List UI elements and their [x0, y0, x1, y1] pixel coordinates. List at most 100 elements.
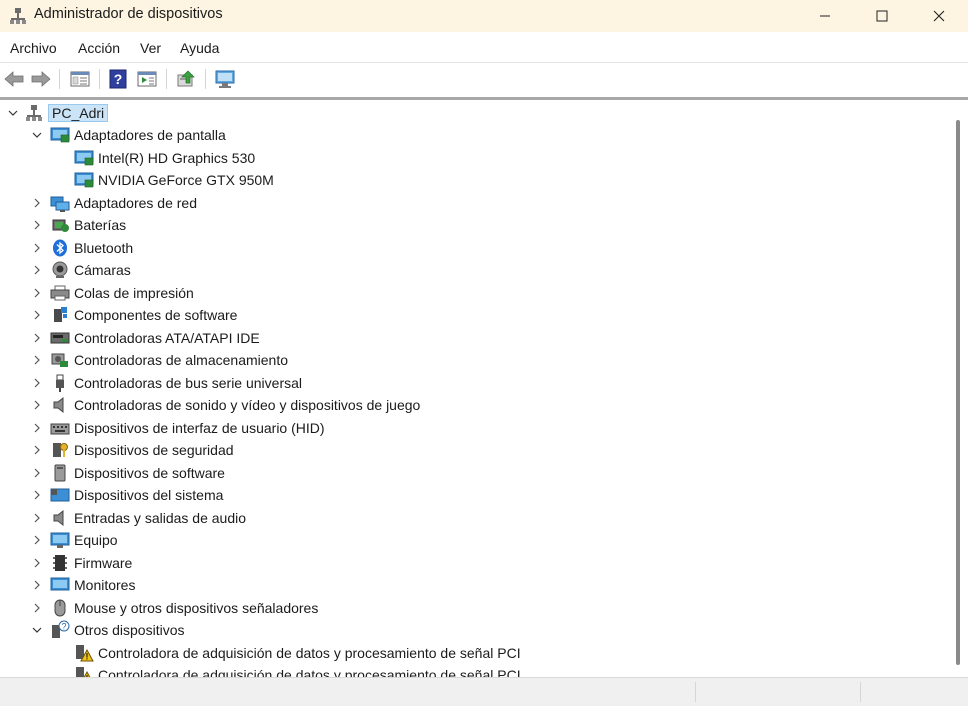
menu-ayuda[interactable]: Ayuda: [180, 40, 219, 56]
menu-accion[interactable]: Acción: [78, 40, 120, 56]
properties-button[interactable]: [68, 67, 92, 91]
camera-icon: [50, 260, 70, 280]
chevron-right-icon[interactable]: [30, 578, 44, 592]
tree-category[interactable]: Dispositivos de seguridad: [30, 439, 234, 461]
tree-root-label: PC_Adri: [48, 104, 109, 122]
tree-category[interactable]: Controladoras ATA/ATAPI IDE: [30, 327, 260, 349]
speaker-icon: [50, 395, 70, 415]
ide-controller-icon: [50, 328, 70, 348]
tree-category[interactable]: Adaptadores de pantalla: [30, 124, 226, 146]
scrollbar-thumb[interactable]: [956, 120, 960, 665]
tree-category[interactable]: Colas de impresión: [30, 282, 194, 304]
security-key-icon: [50, 440, 70, 460]
device-label: Intel(R) HD Graphics 530: [98, 150, 256, 166]
battery-icon: [50, 215, 70, 235]
chevron-right-icon[interactable]: [30, 443, 44, 457]
category-label: Entradas y salidas de audio: [74, 510, 246, 526]
close-button[interactable]: [910, 0, 968, 32]
category-label: Adaptadores de pantalla: [74, 127, 226, 143]
category-label: Equipo: [74, 532, 118, 548]
category-label: Dispositivos de interfaz de usuario (HID…: [74, 420, 325, 436]
category-label: Adaptadores de red: [74, 195, 197, 211]
category-label: Controladoras ATA/ATAPI IDE: [74, 330, 260, 346]
chevron-right-icon[interactable]: [30, 488, 44, 502]
chevron-right-icon[interactable]: [30, 533, 44, 547]
category-label: Mouse y otros dispositivos señaladores: [74, 600, 319, 616]
back-button[interactable]: [2, 67, 26, 91]
device-label: Controladora de adquisición de datos y p…: [98, 645, 521, 661]
chevron-down-icon[interactable]: [6, 106, 20, 120]
device-item[interactable]: Intel(R) HD Graphics 530: [54, 147, 255, 169]
category-label: Dispositivos del sistema: [74, 487, 224, 503]
close-icon: [933, 10, 945, 22]
tree-category[interactable]: Adaptadores de red: [30, 192, 197, 214]
tree-category[interactable]: Entradas y salidas de audio: [30, 507, 246, 529]
tree-category[interactable]: Controladoras de sonido y vídeo y dispos…: [30, 394, 420, 416]
category-label: Componentes de software: [74, 307, 238, 323]
menu-ver[interactable]: Ver: [140, 40, 161, 56]
chevron-down-icon[interactable]: [30, 128, 44, 142]
computer-icon: [50, 530, 70, 550]
chevron-right-icon[interactable]: [30, 421, 44, 435]
tree-category[interactable]: Dispositivos de software: [30, 462, 225, 484]
svg-text:?: ?: [114, 71, 123, 87]
minimize-icon: [820, 15, 830, 17]
software-device-icon: [50, 463, 70, 483]
toolbar-separator: [59, 69, 60, 89]
update-driver-button[interactable]: [174, 67, 198, 91]
tree-category[interactable]: Componentes de software: [30, 304, 237, 326]
forward-button[interactable]: [29, 67, 53, 91]
computer-node-icon: [24, 103, 44, 123]
status-bar: [0, 677, 968, 706]
tree-category[interactable]: Dispositivos del sistema: [30, 484, 223, 506]
tree-root[interactable]: PC_Adri: [6, 102, 109, 124]
chevron-right-icon[interactable]: [30, 511, 44, 525]
tree-category[interactable]: Dispositivos de interfaz de usuario (HID…: [30, 417, 325, 439]
status-divider: [860, 682, 861, 702]
audio-io-icon: [50, 508, 70, 528]
chevron-right-icon[interactable]: [30, 466, 44, 480]
category-label: Colas de impresión: [74, 285, 194, 301]
scan-hardware-icon: [215, 70, 235, 88]
chevron-right-icon[interactable]: [30, 601, 44, 615]
display-adapter-icon: [74, 148, 94, 168]
device-item[interactable]: Controladora de adquisición de datos y p…: [54, 664, 521, 677]
back-arrow-icon: [4, 71, 24, 87]
chevron-right-icon[interactable]: [30, 241, 44, 255]
tree-category[interactable]: Controladoras de almacenamiento: [30, 349, 288, 371]
tree-category[interactable]: Cámaras: [30, 259, 131, 281]
tree-category[interactable]: Firmware: [30, 552, 132, 574]
device-item[interactable]: Controladora de adquisición de datos y p…: [54, 642, 521, 664]
chevron-right-icon[interactable]: [30, 286, 44, 300]
chevron-right-icon[interactable]: [30, 353, 44, 367]
vertical-scrollbar[interactable]: [948, 100, 968, 677]
chevron-right-icon[interactable]: [30, 218, 44, 232]
toolbar-separator: [205, 69, 206, 89]
view-button[interactable]: [135, 67, 159, 91]
maximize-button[interactable]: [853, 0, 911, 32]
tree-category[interactable]: Baterías: [30, 214, 126, 236]
monitor-icon: [50, 575, 70, 595]
help-button[interactable]: ?: [106, 67, 130, 91]
device-item[interactable]: NVIDIA GeForce GTX 950M: [54, 169, 274, 191]
warning-device-icon: [74, 643, 94, 663]
tree-category[interactable]: Mouse y otros dispositivos señaladores: [30, 597, 318, 619]
tree-category[interactable]: Equipo: [30, 529, 118, 551]
category-label: Cámaras: [74, 262, 131, 278]
chevron-right-icon[interactable]: [30, 556, 44, 570]
chevron-right-icon[interactable]: [30, 331, 44, 345]
tree-category[interactable]: Monitores: [30, 574, 135, 596]
chevron-down-icon[interactable]: [30, 623, 44, 637]
chevron-right-icon[interactable]: [30, 196, 44, 210]
minimize-button[interactable]: [796, 0, 854, 32]
menu-archivo[interactable]: Archivo: [10, 40, 57, 56]
chevron-right-icon[interactable]: [30, 308, 44, 322]
tree-category[interactable]: ? Otros dispositivos: [30, 619, 184, 641]
chevron-right-icon[interactable]: [30, 398, 44, 412]
tree-category[interactable]: Controladoras de bus serie universal: [30, 372, 302, 394]
tree-category[interactable]: Bluetooth: [30, 237, 133, 259]
scan-hardware-button[interactable]: [213, 67, 237, 91]
chevron-right-icon[interactable]: [30, 263, 44, 277]
window-title: Administrador de dispositivos: [34, 6, 223, 22]
chevron-right-icon[interactable]: [30, 376, 44, 390]
